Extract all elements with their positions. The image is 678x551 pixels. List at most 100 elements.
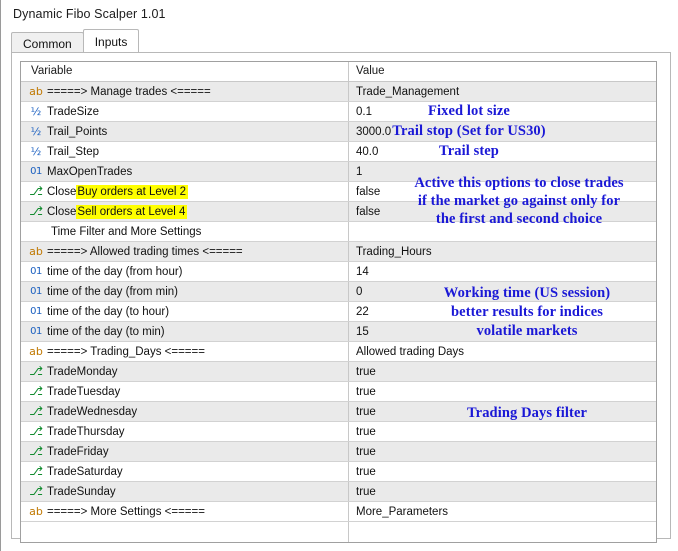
variable-cell[interactable]: ½ Trail_Step (21, 142, 349, 161)
variable-cell[interactable]: 01 time of the day (to hour) (21, 302, 349, 321)
table-row[interactable]: 01 time of the day (from hour) 14 (21, 262, 656, 282)
variable-label: Trail_Step (47, 145, 99, 158)
value-cell[interactable]: Trading_Hours (349, 242, 656, 261)
table-row[interactable]: ⎇ Close Buy orders at Level 2 false (21, 182, 656, 202)
table-row[interactable]: ⎇ TradeSaturday true (21, 462, 656, 482)
variable-cell[interactable]: Time Filter and More Settings (21, 222, 349, 241)
value-cell[interactable]: 3000.0 (349, 122, 656, 141)
value-text: 22 (356, 305, 369, 318)
value-text: 0 (356, 285, 363, 298)
table-row[interactable]: ⎇ TradeFriday true (21, 442, 656, 462)
table-row[interactable]: ⎇ TradeTuesday true (21, 382, 656, 402)
page-title: Dynamic Fibo Scalper 1.01 (13, 7, 166, 21)
table-row[interactable]: Time Filter and More Settings (21, 222, 656, 242)
variable-cell[interactable]: ab =====> More Settings <===== (21, 502, 349, 521)
table-row[interactable]: ab =====> Manage trades <===== Trade_Manag… (21, 82, 656, 102)
value-text: true (356, 485, 376, 498)
variable-cell[interactable]: ⎇ Close Buy orders at Level 2 (21, 182, 349, 201)
variable-label: TradeSaturday (47, 465, 123, 478)
value-text: 1 (356, 165, 363, 178)
variable-label: =====> Manage trades <===== (47, 85, 211, 98)
variable-cell[interactable]: ⎇ TradeFriday (21, 442, 349, 461)
table-row[interactable]: 01 time of the day (to min) 15 (21, 322, 656, 342)
value-cell[interactable]: 40.0 (349, 142, 656, 161)
variable-cell[interactable]: ⎇ TradeSunday (21, 482, 349, 501)
variable-cell[interactable]: ⎇ TradeTuesday (21, 382, 349, 401)
value-cell[interactable] (349, 522, 656, 542)
plugin-properties-window: Dynamic Fibo Scalper 1.01 Common Inputs V… (0, 0, 678, 551)
variable-cell[interactable]: ab =====> Manage trades <===== (21, 82, 349, 101)
value-cell[interactable]: true (349, 462, 656, 481)
variable-cell[interactable]: ⎇ Close Sell orders at Level 4 (21, 202, 349, 221)
table-row[interactable] (21, 522, 656, 542)
value-text: true (356, 365, 376, 378)
value-text: true (356, 465, 376, 478)
table-row[interactable]: 01 MaxOpenTrades 1 (21, 162, 656, 182)
variable-cell[interactable]: ½ TradeSize (21, 102, 349, 121)
variable-cell[interactable] (21, 522, 349, 542)
tab-inputs[interactable]: Inputs (82, 29, 140, 52)
value-cell[interactable]: false (349, 182, 656, 201)
variable-label: Time Filter and More Settings (51, 225, 202, 238)
value-cell[interactable]: false (349, 202, 656, 221)
column-header-value: Value (356, 65, 385, 77)
variable-label: MaxOpenTrades (47, 165, 133, 178)
value-cell[interactable]: 1 (349, 162, 656, 181)
grid-body: ab =====> Manage trades <===== Trade_Manag… (21, 82, 656, 542)
tab-common[interactable]: Common (11, 32, 84, 53)
variable-cell[interactable]: ⎇ TradeThursday (21, 422, 349, 441)
value-cell[interactable]: true (349, 402, 656, 421)
table-row[interactable]: ⎇ TradeThursday true (21, 422, 656, 442)
boolean-flag-icon: ⎇ (29, 404, 43, 418)
table-row[interactable]: 01 time of the day (to hour) 22 (21, 302, 656, 322)
table-row[interactable]: ⎇ TradeMonday true (21, 362, 656, 382)
table-row[interactable]: ½ TradeSize 0.1 (21, 102, 656, 122)
value-cell[interactable]: Trade_Management (349, 82, 656, 101)
table-row[interactable]: ab =====> Allowed trading times <===== Tra… (21, 242, 656, 262)
variable-cell[interactable]: ⎇ TradeWednesday (21, 402, 349, 421)
highlighted-label: Sell orders at Level 4 (76, 204, 188, 219)
value-cell[interactable]: More_Parameters (349, 502, 656, 521)
value-cell[interactable]: 22 (349, 302, 656, 321)
variable-label: TradeThursday (47, 425, 125, 438)
variable-cell[interactable]: ½ Trail_Points (21, 122, 349, 141)
table-row[interactable]: 01 time of the day (from min) 0 (21, 282, 656, 302)
variable-cell[interactable]: 01 time of the day (from hour) (21, 262, 349, 281)
table-row[interactable]: ⎇ TradeWednesday true (21, 402, 656, 422)
table-row[interactable]: ab =====> More Settings <===== More_Parame… (21, 502, 656, 522)
value-cell[interactable]: Allowed trading Days (349, 342, 656, 361)
table-row[interactable]: ½ Trail_Points 3000.0 (21, 122, 656, 142)
column-header-variable: Variable (21, 62, 349, 81)
value-text: 0.1 (356, 105, 372, 118)
value-cell[interactable]: true (349, 482, 656, 501)
value-text: 15 (356, 325, 369, 338)
value-text: More_Parameters (356, 505, 449, 518)
value-cell[interactable]: true (349, 442, 656, 461)
value-cell[interactable]: 15 (349, 322, 656, 341)
variable-cell[interactable]: ⎇ TradeMonday (21, 362, 349, 381)
variable-cell[interactable]: ⎇ TradeSaturday (21, 462, 349, 481)
table-row[interactable]: ⎇ TradeSunday true (21, 482, 656, 502)
value-cell[interactable] (349, 222, 656, 241)
variable-cell[interactable]: ab =====> Allowed trading times <===== (21, 242, 349, 261)
string-type-icon: ab (29, 244, 43, 258)
value-cell[interactable]: 0 (349, 282, 656, 301)
variable-cell[interactable]: 01 MaxOpenTrades (21, 162, 349, 181)
value-cell[interactable]: 14 (349, 262, 656, 281)
variable-label: time of the day (to hour) (47, 305, 170, 318)
decimal-type-icon: ½ (30, 124, 42, 138)
integer-type-icon: 01 (30, 325, 42, 337)
boolean-flag-icon: ⎇ (29, 444, 43, 458)
value-cell[interactable]: true (349, 362, 656, 381)
table-row[interactable]: ⎇ Close Sell orders at Level 4 false (21, 202, 656, 222)
value-cell[interactable]: true (349, 422, 656, 441)
variable-cell[interactable]: ab =====> Trading_Days <===== (21, 342, 349, 361)
table-row[interactable]: ½ Trail_Step 40.0 (21, 142, 656, 162)
value-cell[interactable]: true (349, 382, 656, 401)
table-row[interactable]: ab =====> Trading_Days <===== Allowed trad… (21, 342, 656, 362)
value-text: true (356, 405, 376, 418)
variable-cell[interactable]: 01 time of the day (to min) (21, 322, 349, 341)
variable-cell[interactable]: 01 time of the day (from min) (21, 282, 349, 301)
variable-label: TradeTuesday (47, 385, 121, 398)
value-cell[interactable]: 0.1 (349, 102, 656, 121)
